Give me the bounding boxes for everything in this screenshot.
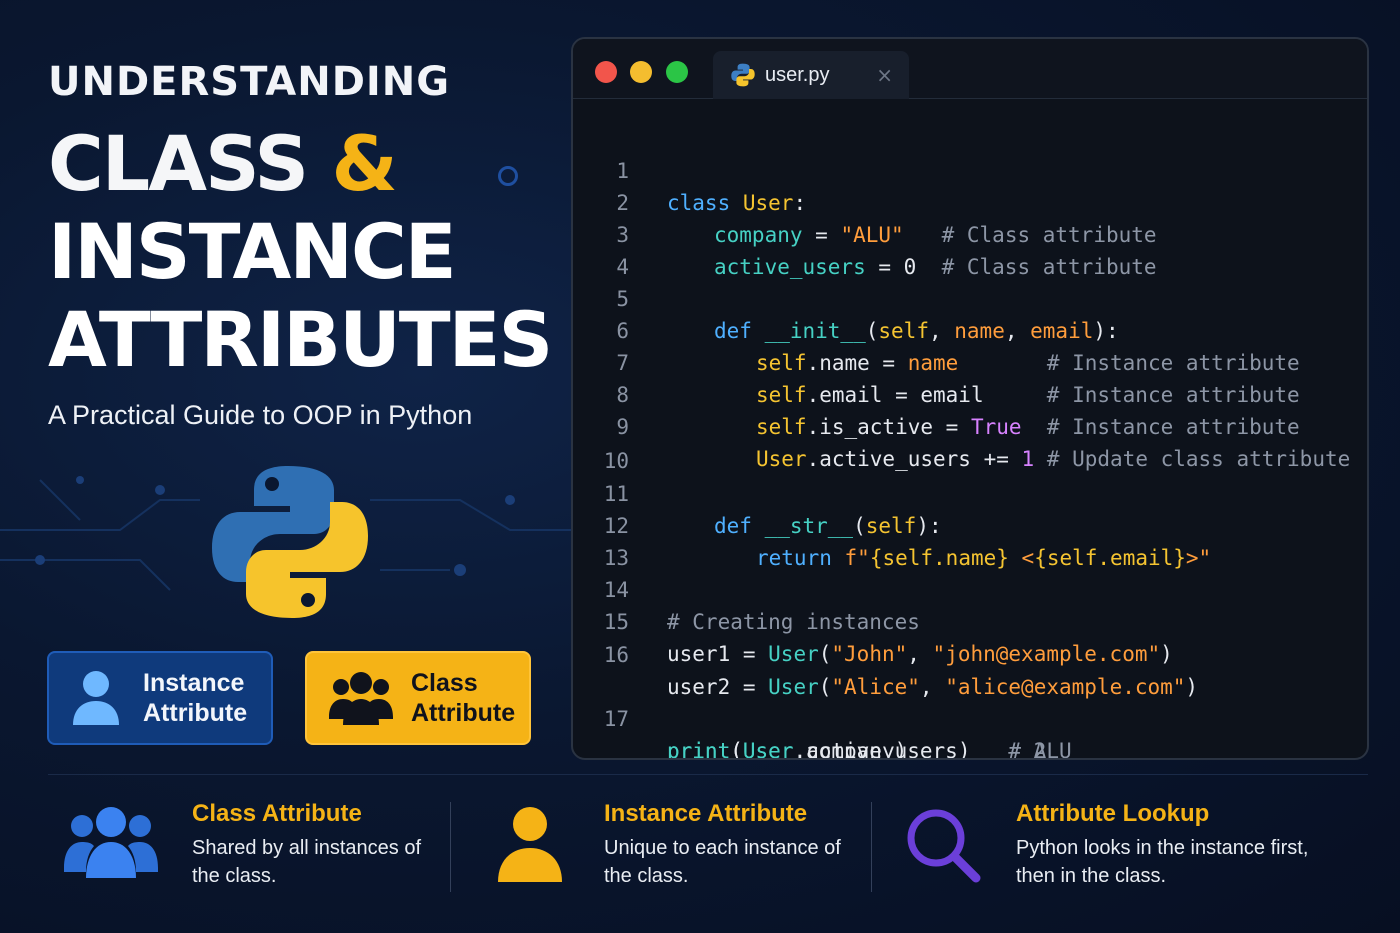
code-line: 9 User.active_users += 1 # Update class …: [573, 379, 1367, 471]
instance-attribute-chip: Instance Attribute: [47, 651, 273, 745]
tab-user-py[interactable]: user.py ×: [713, 51, 909, 99]
feature-description: Python looks in the instance first, then…: [1016, 837, 1309, 887]
class-attribute-chip: Class Attribute: [305, 651, 531, 745]
code-line: 16 user2 = User("Alice", "alice@example.…: [573, 607, 1367, 699]
hero-line-2: INSTANCE: [48, 207, 457, 296]
close-window-button[interactable]: [595, 61, 617, 83]
feature-class-attribute: Class Attribute Shared by all instances …: [192, 800, 452, 900]
tab-label: user.py: [765, 63, 830, 86]
minimize-window-button[interactable]: [630, 61, 652, 83]
feature-description: Unique to each instance of the class.: [604, 837, 841, 887]
code-line: 6 self.name = name # Instance attribute: [573, 283, 1367, 375]
class-chip-label: Class Attribute: [411, 668, 515, 728]
code-line: 5 def __init__(self, name, email):: [573, 251, 1367, 343]
code-line: 8 self.is_active = True # Instance attri…: [573, 347, 1367, 439]
code-line: 14 # Creating instances: [573, 542, 1367, 634]
code-line: print(User.active_users) # 2: [667, 739, 1047, 760]
code-line: 10: [573, 413, 1367, 473]
hero-ampersand: &: [331, 119, 398, 208]
hero-line-3: ATTRIBUTES: [48, 295, 553, 384]
feature-separator: [871, 802, 872, 892]
code-line: 11 def __str__(self):: [573, 446, 1367, 538]
instance-chip-label: Instance Attribute: [143, 668, 247, 728]
user-icon: [498, 807, 562, 882]
code-line: 3 active_users = 0 # Class attribute: [573, 187, 1367, 279]
code-line: 13: [573, 510, 1367, 570]
code-line: 7 self.email = email # Instance attribut…: [573, 315, 1367, 407]
hero-line-1: CLASS &: [48, 120, 548, 208]
feature-title: Attribute Lookup: [1016, 800, 1210, 827]
maximize-window-button[interactable]: [666, 61, 688, 83]
magnifier-icon: [907, 809, 981, 883]
users-group-icon: [329, 672, 393, 725]
code-line: 12 return f"{self.name} <{self.email}>": [573, 478, 1367, 570]
class-chip-line-2: Attribute: [411, 699, 516, 727]
feature-separator: [450, 802, 451, 892]
code-line: 15 user1 = User("John", "john@example.co…: [573, 574, 1367, 666]
class-chip-line-1: Class: [411, 669, 478, 697]
code-line: 2 company = "ALU" # Class attribute: [573, 155, 1367, 247]
code-line: 4: [573, 219, 1367, 279]
code-editor-window: user.py × 1 class User: 2 company = "ALU…: [571, 37, 1369, 760]
feature-attribute-lookup: Attribute Lookup Python looks in the ins…: [1016, 800, 1346, 900]
feature-title: Instance Attribute: [604, 800, 808, 827]
python-file-icon: [731, 63, 755, 87]
instance-chip-line-1: Instance: [143, 669, 245, 697]
code-line: 1 class User:: [573, 123, 1367, 215]
hero-title: UNDERSTANDING CLASS & INSTANCE ATTRIBUTE…: [48, 58, 553, 384]
hero-class-word: CLASS: [48, 119, 332, 208]
editor-titlebar: user.py ×: [573, 39, 1367, 99]
hero-kicker: UNDERSTANDING: [48, 59, 451, 105]
user-icon: [73, 671, 119, 725]
hero-subtitle: A Practical Guide to OOP in Python: [48, 400, 473, 430]
users-group-icon: [64, 807, 158, 878]
python-logo-icon: [212, 466, 368, 618]
feature-instance-attribute: Instance Attribute Unique to each instan…: [604, 800, 864, 900]
section-divider: [48, 774, 1368, 775]
close-icon[interactable]: ×: [876, 63, 893, 87]
line-number: 16: [603, 643, 629, 667]
feature-description: Shared by all instances of the class.: [192, 837, 422, 887]
instance-chip-line-2: Attribute: [143, 699, 248, 727]
feature-title: Class Attribute: [192, 800, 362, 827]
code-line: 17 print(User.company) # ALU: [573, 671, 1367, 758]
